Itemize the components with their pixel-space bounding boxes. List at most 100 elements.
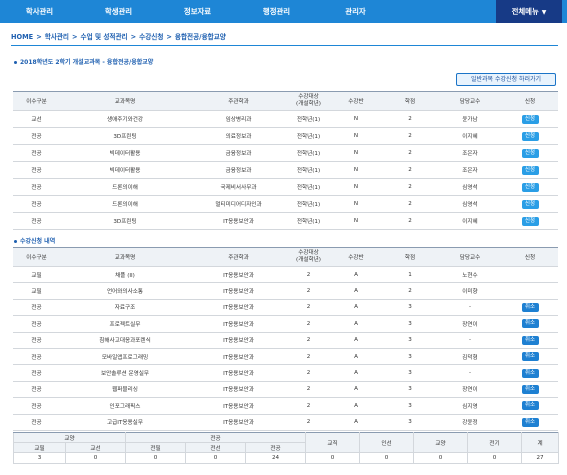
cancel-button[interactable]: 취소 <box>521 352 539 362</box>
cell-action: 취소 <box>502 380 558 399</box>
cancel-button[interactable]: 취소 <box>521 335 539 345</box>
cell-class: A <box>330 347 382 366</box>
apply-button[interactable]: 신청 <box>521 216 539 226</box>
cell-dept: 금융정보과 <box>190 161 287 179</box>
breadcrumb-registration[interactable]: 수강신청 <box>139 33 163 41</box>
apply-button[interactable]: 신청 <box>521 165 539 175</box>
cell-class: A <box>330 331 382 349</box>
table-row: 전공 빅데이터활용 금융정보과 전학년(1) N 2 조은자 신청 <box>13 161 558 179</box>
cell-action: 신청 <box>502 195 558 213</box>
cell-dept: 금융정보과 <box>190 144 287 162</box>
cell-class: A <box>330 315 382 333</box>
cell-dept: IT응용보안과 <box>190 364 287 382</box>
cell-class: N <box>330 110 382 128</box>
cancel-button[interactable]: 취소 <box>521 302 539 312</box>
cell-credit: 2 <box>382 161 438 179</box>
breadcrumb-home[interactable]: HOME <box>11 33 33 41</box>
cell-type: 전공 <box>13 127 60 145</box>
cell-credit: 3 <box>382 298 438 317</box>
cell-credit: 2 <box>382 282 438 300</box>
col-header-dept: 주관학과 <box>190 247 287 267</box>
cell-type: 전공 <box>13 397 60 415</box>
cell-target: 전학년(1) <box>287 195 330 213</box>
cancel-button[interactable]: 취소 <box>521 384 539 394</box>
apply-button[interactable]: 신청 <box>521 131 539 141</box>
cancel-button[interactable]: 취소 <box>521 319 539 329</box>
summary-col-liberal-required: 교필 <box>13 442 66 453</box>
cell-action: 신청 <box>502 144 558 162</box>
cell-type: 전공 <box>13 212 60 230</box>
nav-item-info[interactable]: 정보자료 <box>158 0 237 23</box>
nav-item-manager[interactable]: 관리자 <box>316 0 395 23</box>
cell-target: 2 <box>287 347 330 366</box>
cell-credit: 1 <box>382 265 438 284</box>
cell-action: 취소 <box>502 298 558 317</box>
cell-target: 2 <box>287 331 330 349</box>
nav-item-academic[interactable]: 학사관리 <box>0 0 79 23</box>
cell-dept: 멀티미디어디자인과 <box>190 195 287 213</box>
breadcrumb-academic[interactable]: 학사관리 <box>45 33 69 41</box>
cell-course: 고급IT응용실무 <box>60 413 190 431</box>
cell-dept: IT응용보안과 <box>190 282 287 300</box>
cell-dept: IT응용보안과 <box>190 315 287 333</box>
top-nav: 학사관리 학생관리 정보자료 행정관리 관리자 전체메뉴 ▼ <box>0 0 567 23</box>
cell-credit: 2 <box>382 144 438 162</box>
breadcrumb-separator: > <box>130 33 137 41</box>
cell-course: 3D프린팅 <box>60 212 190 230</box>
cell-type: 전공 <box>13 347 60 366</box>
table-row: 전공 인포그래픽스 IT응용보안과 2 A 3 심지영 취소 <box>13 397 558 415</box>
cell-class: A <box>330 298 382 317</box>
col-header-course: 교과목명 <box>60 247 190 267</box>
summary-col-liberal-elective: 교선 <box>64 442 127 453</box>
col-header-credit: 학점 <box>382 91 438 111</box>
breadcrumb-class-grades[interactable]: 수업 및 성적관리 <box>81 33 128 41</box>
breadcrumb-separator: > <box>36 33 42 41</box>
cell-type: 전공 <box>13 178 60 196</box>
cell-target: 2 <box>287 413 330 431</box>
nav-item-admin-office[interactable]: 행정관리 <box>237 0 316 23</box>
apply-button[interactable]: 신청 <box>521 114 539 124</box>
cell-dept: 임상병리과 <box>190 110 287 128</box>
cell-credit: 3 <box>382 315 438 333</box>
col-header-class: 수강반 <box>330 91 382 111</box>
apply-button[interactable]: 신청 <box>521 199 539 209</box>
cell-credit: 3 <box>382 413 438 431</box>
cell-course: 프로젝트실무 <box>60 315 190 333</box>
cell-action <box>502 282 558 300</box>
summary-col-major: 전공 <box>245 442 307 453</box>
apply-button[interactable]: 신청 <box>521 148 539 158</box>
cell-action: 신청 <box>502 127 558 145</box>
cell-type: 전공 <box>13 315 60 333</box>
cancel-button[interactable]: 취소 <box>521 401 539 411</box>
summary-value: 24 <box>245 452 307 464</box>
summary-value: 27 <box>521 452 560 464</box>
cell-professor: - <box>438 298 502 317</box>
all-menu-button[interactable]: 전체메뉴 ▼ <box>496 0 562 23</box>
cancel-button[interactable]: 취소 <box>521 417 539 427</box>
summary-value: 0 <box>467 452 523 464</box>
cell-professor: 이지혜 <box>438 127 502 145</box>
summary-col-liberal: 교양 <box>413 432 469 453</box>
cell-class: N <box>330 195 382 213</box>
summary-col-basic: 전기 <box>467 432 523 453</box>
cell-professor: 윤가남 <box>438 110 502 128</box>
cell-target: 전학년(1) <box>287 178 330 196</box>
cell-credit: 2 <box>382 127 438 145</box>
apply-button[interactable]: 신청 <box>521 182 539 192</box>
nav-item-student[interactable]: 학생관리 <box>79 0 158 23</box>
cell-target: 2 <box>287 380 330 399</box>
col-header-target: 수강대상 (개설학년) <box>287 91 330 111</box>
cell-target: 전학년(1) <box>287 127 330 145</box>
cell-type: 교필 <box>13 282 60 300</box>
general-registration-button[interactable]: 일반과목 수강신청 하러가기 <box>456 73 556 86</box>
cell-type: 교선 <box>13 110 60 128</box>
section-registered-title: 수강신청 내역 <box>14 236 55 245</box>
summary-col-major-elective: 전선 <box>185 442 247 453</box>
cell-credit: 3 <box>382 347 438 366</box>
cell-type: 전공 <box>13 380 60 399</box>
cell-professor: 노현수 <box>438 265 502 284</box>
breadcrumb-current: 융합전공/융합교양 <box>174 33 226 41</box>
cancel-button[interactable]: 취소 <box>521 368 539 378</box>
cell-dept: IT응용보안과 <box>190 347 287 366</box>
section-registered-label: 수강신청 내역 <box>20 238 56 245</box>
